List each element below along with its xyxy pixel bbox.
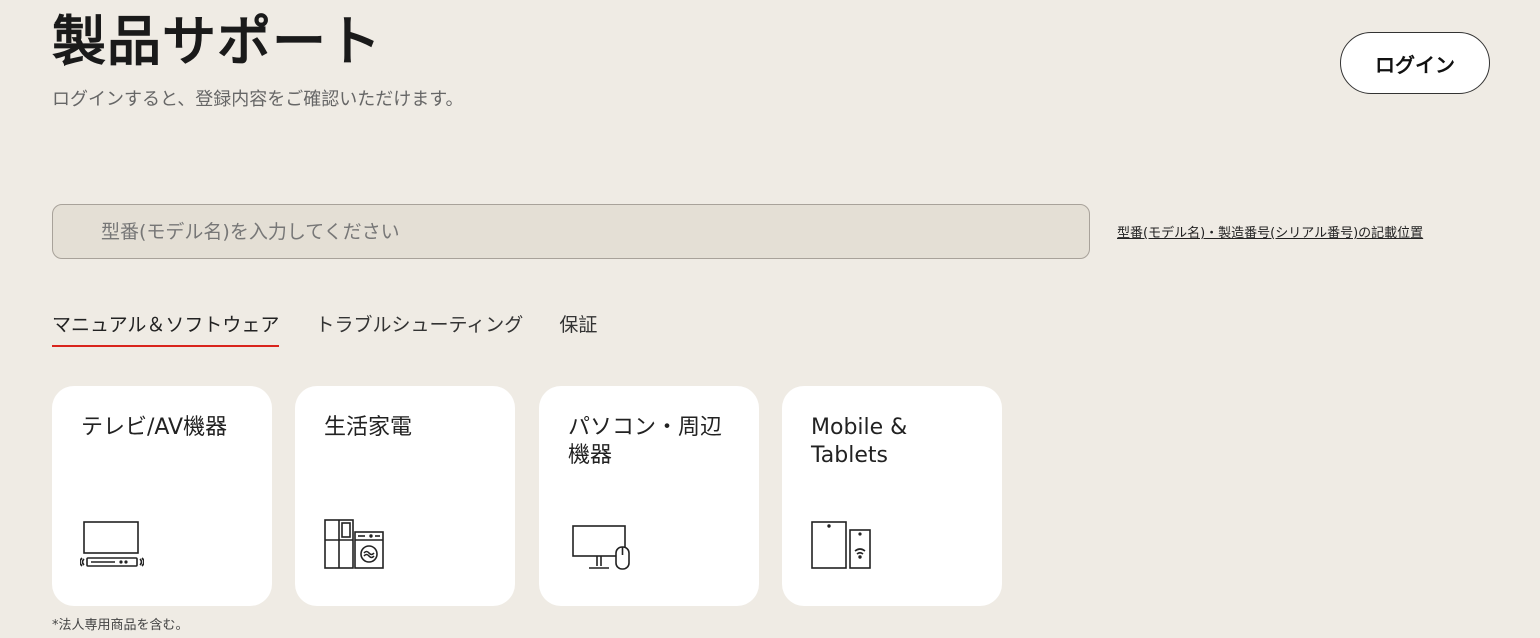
category-card-pc-peripherals[interactable]: パソコン・周辺機器 <box>539 386 759 606</box>
category-card-home-appliances[interactable]: 生活家電 <box>295 386 515 606</box>
login-button[interactable]: ログイン <box>1340 32 1490 94</box>
category-label: テレビ/AV機器 <box>81 415 228 440</box>
page-subtitle: ログインすると、登録内容をご確認いただけます。 <box>52 89 464 110</box>
fridge-washer-icon <box>323 518 387 574</box>
model-number-location-link[interactable]: 型番(モデル名)・製造番号(シリアル番号)の記載位置 <box>1117 222 1423 241</box>
footnote: *法人専用商品を含む。 <box>52 618 189 633</box>
tab-bar: マニュアル＆ソフトウェア トラブルシューティング 保証 <box>52 310 633 347</box>
tablet-phone-icon <box>810 518 874 574</box>
category-card-mobile-tablets[interactable]: Mobile & Tablets <box>782 386 1002 606</box>
tab-troubleshooting[interactable]: トラブルシューティング <box>315 310 523 345</box>
search-box <box>52 204 1090 259</box>
tv-soundbar-icon <box>79 518 145 572</box>
category-label: パソコン・周辺機器 <box>568 415 723 468</box>
page-title: 製品サポート <box>52 10 382 73</box>
category-label: Mobile & Tablets <box>811 415 908 468</box>
category-label: 生活家電 <box>324 415 413 440</box>
tab-manuals-software[interactable]: マニュアル＆ソフトウェア <box>52 310 280 347</box>
monitor-mouse-icon <box>567 518 631 574</box>
category-card-tv-av[interactable]: テレビ/AV機器 <box>52 386 272 606</box>
tab-warranty[interactable]: 保証 <box>559 310 597 345</box>
search-input[interactable] <box>101 205 1071 258</box>
